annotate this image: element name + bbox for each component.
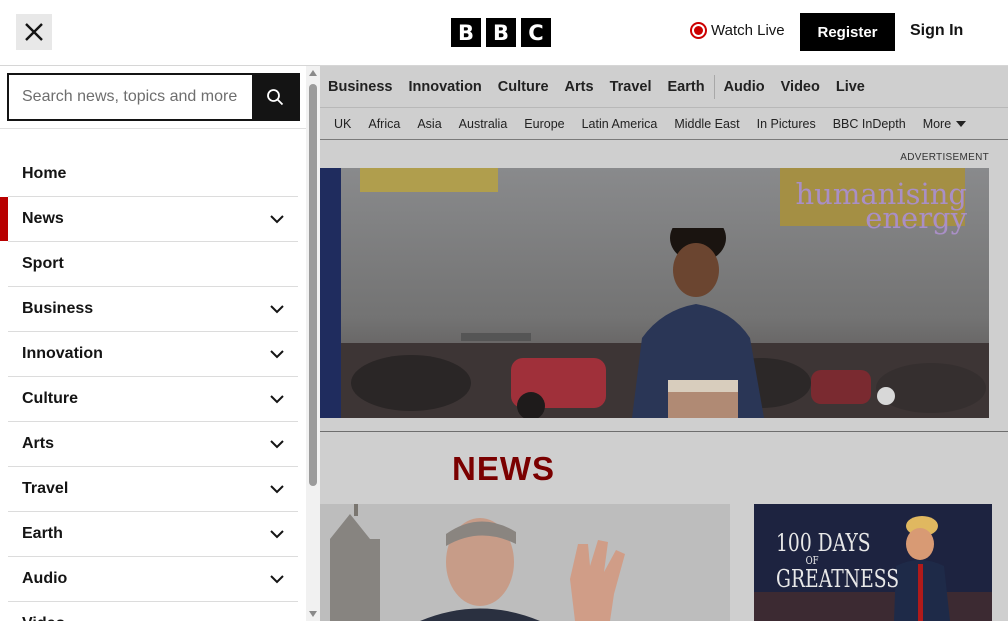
menu-item-innovation[interactable]: Innovation (8, 332, 298, 377)
logo-letter: B (486, 18, 516, 47)
chevron-down-icon[interactable] (270, 394, 284, 404)
menu-item-sport[interactable]: Sport (8, 242, 298, 287)
advertisement-label: ADVERTISEMENT (900, 152, 989, 163)
woman-image (632, 228, 764, 418)
menu-item-label: Sport (22, 255, 64, 272)
subnav-item-africa[interactable]: Africa (368, 117, 400, 131)
subnav-item-australia[interactable]: Australia (459, 117, 508, 131)
menu-item-audio[interactable]: Audio (8, 557, 298, 602)
menu-item-home[interactable]: Home (8, 152, 298, 197)
banner-sign-left (360, 168, 498, 192)
search-icon (267, 89, 284, 106)
nav-item-innovation[interactable]: Innovation (408, 79, 481, 95)
search-button[interactable] (252, 75, 298, 119)
menu-item-label: News (22, 210, 64, 227)
story-2-graphic-text: 100 DAYS OF GREATNESS (776, 530, 899, 592)
watch-live-label: Watch Live (711, 22, 785, 39)
navigation-drawer: Home News Sport Business Innovation Culture Ar… (0, 66, 320, 621)
live-icon (690, 22, 707, 39)
menu-item-label: Audio (22, 570, 68, 587)
chevron-down-icon[interactable] (270, 574, 284, 584)
subnav-item-in-pictures[interactable]: In Pictures (757, 117, 816, 131)
nav-item-video[interactable]: Video (781, 79, 820, 95)
register-button[interactable]: Register (800, 13, 895, 51)
scroll-down-arrow-icon[interactable] (309, 611, 317, 617)
subnav-item-asia[interactable]: Asia (417, 117, 441, 131)
subnav-item-bbc-indepth[interactable]: BBC InDepth (833, 117, 906, 131)
menu-item-label: Arts (22, 435, 55, 452)
nav-item-culture[interactable]: Culture (498, 79, 549, 95)
drawer-divider (0, 128, 306, 129)
menu-item-label: Business (22, 300, 94, 317)
primary-nav: Business Innovation Culture Arts Travel … (320, 66, 1008, 108)
chevron-down-icon[interactable] (270, 484, 284, 494)
section-title: NEWS (452, 450, 555, 487)
story-2-line1: 100 DAYS (776, 529, 871, 557)
page-content: Business Innovation Culture Arts Travel … (320, 66, 1008, 621)
chevron-down-icon[interactable] (270, 214, 284, 224)
watch-live-link[interactable]: Watch Live (690, 22, 785, 39)
menu-item-label: Culture (22, 390, 78, 407)
menu-item-label: Video (22, 615, 65, 621)
nav-item-live[interactable]: Live (836, 79, 865, 95)
search-bar (7, 73, 300, 121)
nav-item-audio[interactable]: Audio (724, 79, 765, 95)
menu-item-arts[interactable]: Arts (8, 422, 298, 467)
logo-letter: C (521, 18, 551, 47)
menu-item-business[interactable]: Business (8, 287, 298, 332)
menu-item-earth[interactable]: Earth (8, 512, 298, 557)
menu-item-video[interactable]: Video (8, 602, 298, 621)
story-2-line3: GREATNESS (776, 565, 900, 593)
chevron-down-icon[interactable] (270, 529, 284, 539)
scrollbar-thumb[interactable] (309, 84, 317, 486)
nav-item-earth[interactable]: Earth (667, 79, 704, 95)
chevron-down-icon[interactable] (270, 304, 284, 314)
drawer-menu: Home News Sport Business Innovation Culture Ar… (0, 152, 298, 621)
menu-item-culture[interactable]: Culture (8, 377, 298, 422)
nav-item-arts[interactable]: Arts (565, 79, 594, 95)
nav-divider (713, 74, 715, 99)
story-photo (320, 504, 730, 621)
banner-stripe (320, 168, 341, 418)
menu-item-label: Travel (22, 480, 69, 497)
scroll-up-arrow-icon[interactable] (309, 70, 317, 76)
menu-item-travel[interactable]: Travel (8, 467, 298, 512)
story-image-2[interactable]: 100 DAYS OF GREATNESS (754, 504, 992, 621)
close-menu-button[interactable] (16, 14, 52, 50)
subnav-item-uk[interactable]: UK (334, 117, 351, 131)
more-label: More (922, 116, 952, 131)
more-menu-button[interactable]: More (922, 116, 967, 131)
bbc-logo[interactable]: B B C (451, 18, 551, 47)
menu-item-label: Home (22, 165, 67, 182)
close-icon (25, 23, 43, 41)
drawer-scrollbar[interactable] (306, 66, 320, 621)
ad-headline: humanising energy (795, 180, 968, 233)
section-divider (320, 431, 1008, 432)
advertisement-banner[interactable]: humanising energy (320, 168, 989, 418)
search-input[interactable] (9, 75, 252, 119)
menu-item-news[interactable]: News (0, 197, 298, 242)
logo-letter: B (451, 18, 481, 47)
top-bar: B B C Watch Live Register Sign In (0, 0, 1008, 66)
story-image-1[interactable] (320, 504, 730, 621)
subnav-item-latin-america[interactable]: Latin America (582, 117, 658, 131)
sign-in-button[interactable]: Sign In (910, 22, 963, 40)
nav-item-travel[interactable]: Travel (610, 79, 652, 95)
subnav-item-europe[interactable]: Europe (524, 117, 564, 131)
chevron-down-icon[interactable] (270, 439, 284, 449)
chevron-down-icon[interactable] (270, 349, 284, 359)
menu-item-label: Innovation (22, 345, 103, 362)
nav-item-business[interactable]: Business (328, 79, 392, 95)
caret-down-icon (956, 120, 967, 127)
menu-item-label: Earth (22, 525, 63, 542)
secondary-nav: UK Africa Asia Australia Europe Latin Am… (320, 108, 1008, 140)
subnav-item-middle-east[interactable]: Middle East (674, 117, 739, 131)
